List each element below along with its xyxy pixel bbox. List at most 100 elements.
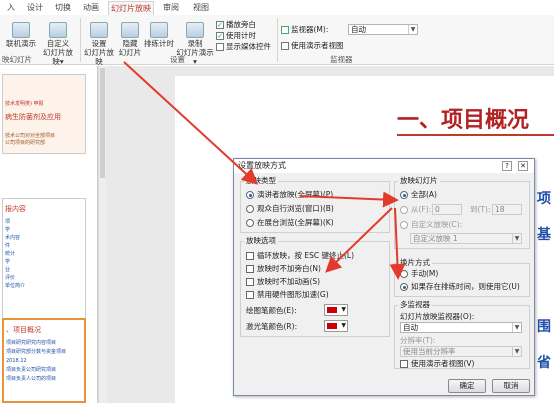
chevron-down-icon: ▼: [408, 25, 417, 34]
dialog-titlebar: 设置放映方式 ? ✕: [234, 159, 534, 173]
chevron-down-icon: ▼: [341, 322, 346, 329]
thumb-text: 件: [5, 243, 11, 249]
checkbox-icon: [281, 42, 289, 50]
chevron-down-icon: ▼: [512, 347, 521, 356]
slideshow-monitor-label: 幻灯片放映监视器(O):: [400, 312, 475, 321]
show-media-controls-check[interactable]: 显示媒体控件: [216, 41, 271, 52]
tab-transitions[interactable]: 切换: [52, 1, 74, 15]
no-animation-check[interactable]: 放映时不加动画(S): [246, 277, 320, 286]
setup-show-dialog: 设置放映方式 ? ✕ 放映类型 演讲者放映(全屏幕)(P) 观众自行浏览(窗口)…: [233, 158, 535, 396]
thumb-text: 项目负责公司研究项目: [6, 367, 57, 373]
thumb-text: 公司项目的研究部: [5, 140, 46, 146]
radio-window[interactable]: 观众自行浏览(窗口)(B): [246, 204, 334, 213]
ok-button[interactable]: 确定: [448, 379, 486, 393]
slide-text: 项: [537, 191, 551, 207]
present-online-button[interactable]: 联机演示: [4, 22, 38, 48]
thumb-text: 报内容: [5, 205, 26, 213]
present-online-icon: [12, 22, 30, 38]
tab-design[interactable]: 设计: [24, 1, 46, 15]
cancel-button[interactable]: 取消: [492, 379, 530, 393]
use-timings-check[interactable]: ✓ 使用计时: [216, 30, 271, 41]
title-underline: [397, 134, 554, 136]
slide-text: 省: [537, 355, 551, 371]
tab-animations[interactable]: 动画: [80, 1, 102, 15]
presenter-view-label: 使用演示者视图: [291, 41, 344, 50]
thumb-text: 评价: [5, 275, 16, 281]
radio-use-timings[interactable]: 如果存在排练时间，则使用它(U): [400, 282, 520, 291]
slide-title: 一、项目概况: [397, 108, 530, 133]
thumb-text: 病生防菌剂及应用: [5, 113, 61, 121]
resolution-select[interactable]: 使用当前分辨率 ▼: [400, 346, 522, 357]
checkbox-icon: [246, 278, 254, 286]
ribbon-presenter-view[interactable]: 使用演示者视图: [281, 40, 344, 51]
radio-all-slides[interactable]: 全部(A): [400, 190, 437, 199]
group-label-setup: 设置: [170, 55, 185, 64]
ribbon-tabs: 入 设计 切换 动画 幻灯片放映 审阅 视图: [0, 0, 554, 15]
custom-show-icon: [49, 22, 67, 38]
presenter-view-check[interactable]: 使用演示者视图(V): [400, 359, 474, 368]
slide-thumbnail-pane: 技术发明类) 申报 病生防菌剂及应用 技术公司对对全部项目 公司项目的研究部 报…: [0, 66, 98, 403]
setup-slideshow-label: 设置: [91, 39, 107, 48]
radio-manual[interactable]: 手动(M): [400, 269, 438, 278]
monitor-select[interactable]: 自动 ▼: [348, 24, 418, 35]
resolution-label: 分辨率(T):: [400, 336, 436, 345]
slide-thumbnail-1[interactable]: 技术发明类) 申报 病生防菌剂及应用 技术公司对对全部项目 公司项目的研究部: [2, 74, 86, 154]
custom-show-select[interactable]: 自定义放映 1 ▼: [410, 233, 522, 244]
dialog-title: 设置放映方式: [238, 161, 286, 170]
setup-slideshow-icon: [90, 22, 108, 38]
to-input[interactable]: 18: [492, 204, 522, 215]
hide-slide-label2: 幻灯片: [118, 48, 142, 57]
separator: [80, 18, 81, 62]
stopwatch-icon: [150, 22, 168, 38]
tab-slideshow[interactable]: 幻灯片放映: [108, 1, 154, 15]
no-narration-check[interactable]: 放映时不加旁白(N): [246, 264, 321, 273]
separator: [277, 18, 278, 62]
laser-color-picker[interactable]: ▼: [324, 320, 348, 332]
laser-icon: [327, 323, 337, 329]
tab-review[interactable]: 审阅: [160, 1, 182, 15]
disable-hw-accel-check[interactable]: 禁用硬件图形加速(G): [246, 290, 329, 299]
loop-check[interactable]: 循环放映，按 ESC 键终止(L): [246, 251, 354, 260]
pen-icon: [327, 307, 337, 313]
thumb-text: 项目研究部分数与资金项目: [6, 349, 67, 355]
radio-custom-show[interactable]: 自定义放映(C):: [400, 220, 462, 229]
thumb-text: 项目负责人公司的项目: [6, 376, 57, 382]
radio-icon: [246, 205, 254, 213]
chevron-down-icon: ▼: [341, 306, 346, 313]
hide-slide-button[interactable]: 隐藏 幻灯片: [117, 22, 143, 57]
monitor-icon: [281, 26, 289, 34]
thumbnail-scrollbar[interactable]: [98, 66, 106, 403]
chevron-down-icon: ▼: [512, 323, 521, 332]
thumb-text: 学: [5, 259, 11, 265]
slideshow-monitor-select[interactable]: 自动 ▼: [400, 322, 522, 333]
radio-icon: [400, 206, 408, 214]
rehearse-timings-button[interactable]: 排练计时: [144, 22, 174, 48]
tab-view[interactable]: 视图: [190, 1, 212, 15]
custom-show-label: 自定义: [46, 39, 70, 48]
close-icon[interactable]: ✕: [518, 161, 528, 171]
radio-kiosk[interactable]: 在展台浏览(全屏幕)(K): [246, 218, 334, 227]
slide-text: 围: [537, 319, 551, 335]
pen-color-picker[interactable]: ▼: [324, 304, 348, 316]
ribbon-checks: ✓ 播放旁白 ✓ 使用计时 显示媒体控件: [216, 19, 271, 52]
slide-thumbnail-3[interactable]: 、项目概况 项目研究研究内容项目 项目研究部分数与资金项目 2018.12 项目…: [2, 318, 86, 403]
group-label-start: 映幻灯片: [2, 55, 32, 64]
ribbon: 入 设计 切换 动画 幻灯片放映 审阅 视图 联机演示 自定义 幻灯片放映▾ 设…: [0, 0, 554, 66]
record-icon: [186, 22, 204, 38]
setup-slideshow-button[interactable]: 设置 幻灯片放映: [82, 22, 116, 66]
radio-presenter[interactable]: 演讲者放映(全屏幕)(P): [246, 190, 333, 199]
scrollbar-thumb[interactable]: [100, 68, 105, 178]
from-input[interactable]: 0: [432, 204, 462, 215]
pen-color-label: 绘图笔颜色(E):: [246, 306, 297, 315]
play-narrations-check[interactable]: ✓ 播放旁白: [216, 19, 271, 30]
checkbox-icon: [246, 291, 254, 299]
radio-from[interactable]: 从(F):: [400, 205, 431, 214]
help-icon[interactable]: ?: [502, 161, 512, 171]
checkbox-icon: [216, 43, 224, 51]
custom-show-button[interactable]: 自定义 幻灯片放映▾: [40, 22, 76, 66]
monitor-label: 监视器(M):: [291, 25, 329, 34]
show-type-legend: 放映类型: [244, 176, 278, 185]
thumb-text: 项目研究研究内容项目: [6, 340, 57, 346]
check-icon: ✓: [216, 21, 224, 29]
tab-insert[interactable]: 入: [2, 1, 20, 15]
